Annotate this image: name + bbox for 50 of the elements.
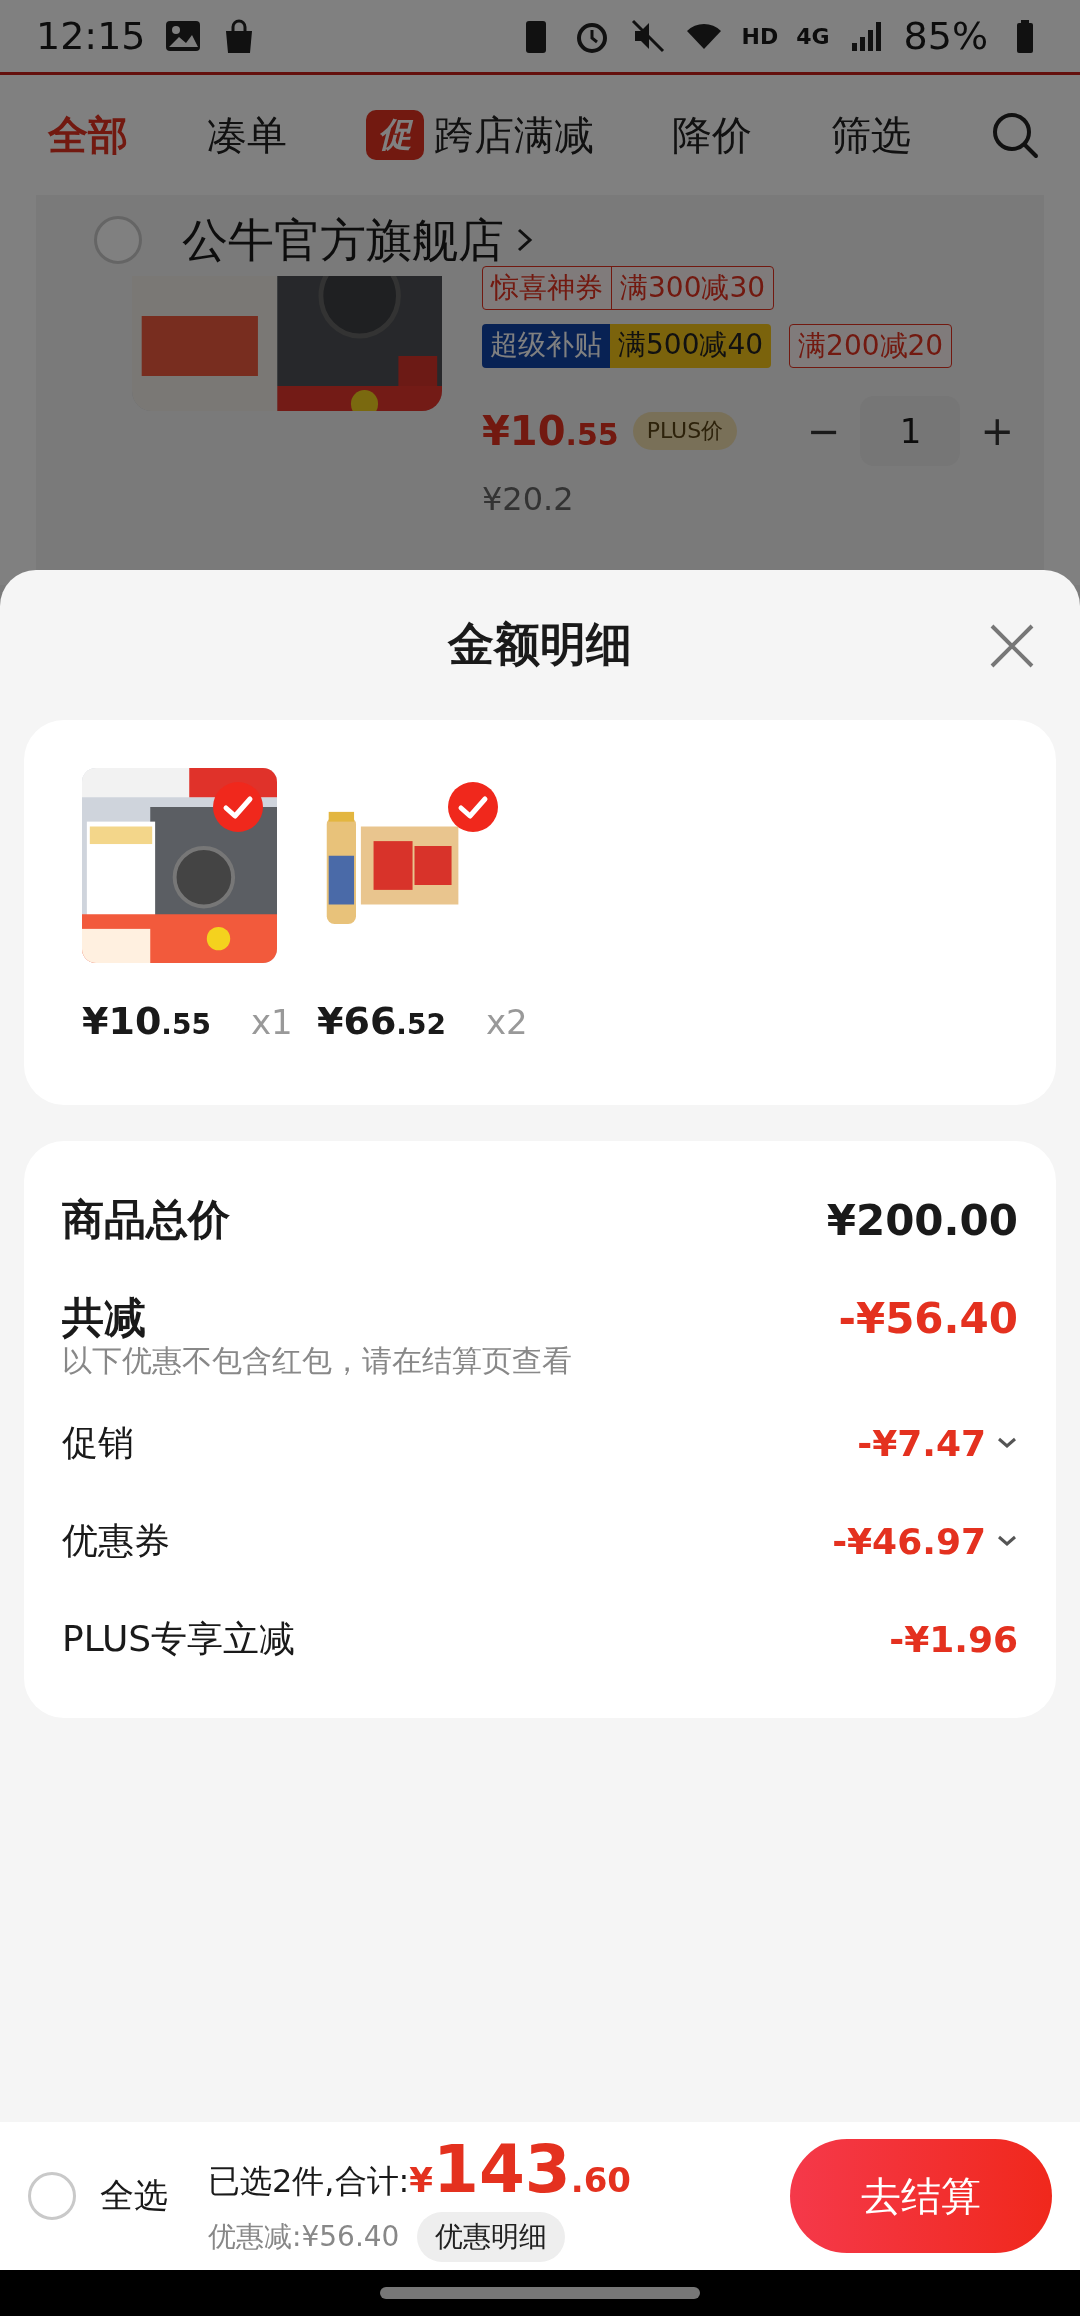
discount-detail-button[interactable]: 优惠明细 xyxy=(417,2211,566,2262)
plus-button[interactable]: + xyxy=(980,407,1014,454)
summary-label: 共减 xyxy=(62,1292,146,1344)
summary-value: -¥56.40 xyxy=(838,1293,1018,1343)
product-quantity: x2 xyxy=(485,1002,528,1042)
tag-value: 满300减30 xyxy=(619,269,767,306)
summary-label: 商品总价 xyxy=(62,1194,230,1246)
item-price: ¥10.55 xyxy=(482,407,619,454)
original-price: ¥20.2 xyxy=(482,479,575,518)
summary-value: -¥1.96 xyxy=(889,1618,1018,1660)
product-price: ¥10.55 xyxy=(82,999,211,1043)
promo-tag: 满200减20 xyxy=(789,323,953,368)
quantity-field[interactable]: 1 xyxy=(860,395,961,466)
store-checkbox[interactable] xyxy=(94,216,142,265)
saving-text: 优惠减:¥56.40 xyxy=(208,2218,400,2255)
sheet-title: 金额明细 xyxy=(448,616,632,673)
chevron-down-icon[interactable] xyxy=(996,1436,1018,1450)
search-icon[interactable] xyxy=(990,110,1040,160)
product-quantity: x1 xyxy=(250,1002,293,1042)
summary-value: ¥200.00 xyxy=(826,1195,1018,1245)
summary-label: 优惠券 xyxy=(62,1518,170,1563)
summary-note: 以下优惠不包含红包，请在结算页查看 xyxy=(62,1342,573,1380)
home-handle[interactable] xyxy=(380,2287,700,2299)
tab[interactable]: 降价 xyxy=(672,107,753,163)
tag-label: 超级补贴 xyxy=(482,323,610,368)
summary-label: PLUS专享立减 xyxy=(62,1616,296,1661)
tab[interactable]: 促 跨店满减 xyxy=(365,107,594,163)
network-label: 4G xyxy=(796,23,830,49)
selected-count-text: 已选2件,合计: xyxy=(208,2160,410,2202)
select-all-checkbox[interactable] xyxy=(28,2172,76,2220)
tab[interactable]: 全部 xyxy=(48,107,128,163)
summary-value: -¥7.47 xyxy=(857,1422,986,1464)
battery-percent: 85% xyxy=(903,14,988,58)
tag-value: 满500减40 xyxy=(610,323,772,368)
summary-value: -¥46.97 xyxy=(832,1520,986,1562)
minus-button[interactable]: − xyxy=(806,407,841,454)
summary-label: 促销 xyxy=(62,1420,134,1465)
tab[interactable]: 凑单 xyxy=(206,107,287,163)
hd-label: HD xyxy=(741,23,779,49)
promo-badge: 促 xyxy=(365,110,424,160)
product-price: ¥66.52 xyxy=(317,999,446,1043)
store-name[interactable]: 公牛官方旗舰店 xyxy=(182,215,504,266)
tag-label: 惊喜神券 xyxy=(483,266,612,309)
select-all-label[interactable]: 全选 xyxy=(100,2173,168,2219)
plus-badge: PLUS价 xyxy=(632,411,738,450)
tab[interactable]: 筛选 xyxy=(831,107,912,163)
checkout-button[interactable]: 去结算 xyxy=(790,2139,1052,2253)
total-price: ¥143.60 xyxy=(409,2130,631,2208)
chevron-down-icon[interactable] xyxy=(996,1534,1018,1548)
clock: 12:15 xyxy=(36,14,146,58)
